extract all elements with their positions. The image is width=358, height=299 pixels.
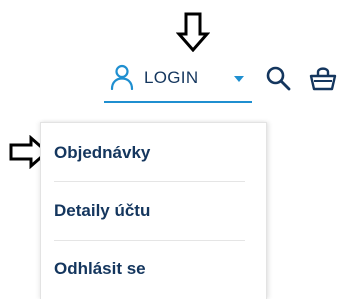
menu-item-label: Detaily účtu <box>54 201 151 220</box>
menu-item-account-details[interactable]: Detaily účtu <box>54 191 254 231</box>
user-icon <box>110 64 134 90</box>
menu-item-label: Odhlásit se <box>54 259 146 278</box>
annotation-arrow-down-icon <box>176 12 210 52</box>
login-active-underline <box>104 101 252 103</box>
menu-divider <box>54 240 245 241</box>
search-icon[interactable] <box>264 64 292 92</box>
menu-item-label: Objednávky <box>54 143 151 162</box>
account-dropdown-menu: Objednávky Detaily účtu Odhlásit se <box>40 122 267 299</box>
login-button[interactable]: LOGIN <box>104 56 252 100</box>
menu-item-logout[interactable]: Odhlásit se <box>54 249 254 289</box>
menu-divider <box>54 181 245 182</box>
caret-down-icon[interactable] <box>233 75 245 83</box>
menu-item-orders[interactable]: Objednávky <box>54 133 254 173</box>
login-label: LOGIN <box>144 68 199 87</box>
shopping-basket-icon[interactable] <box>308 64 338 92</box>
header-toolbar: LOGIN <box>104 56 344 104</box>
